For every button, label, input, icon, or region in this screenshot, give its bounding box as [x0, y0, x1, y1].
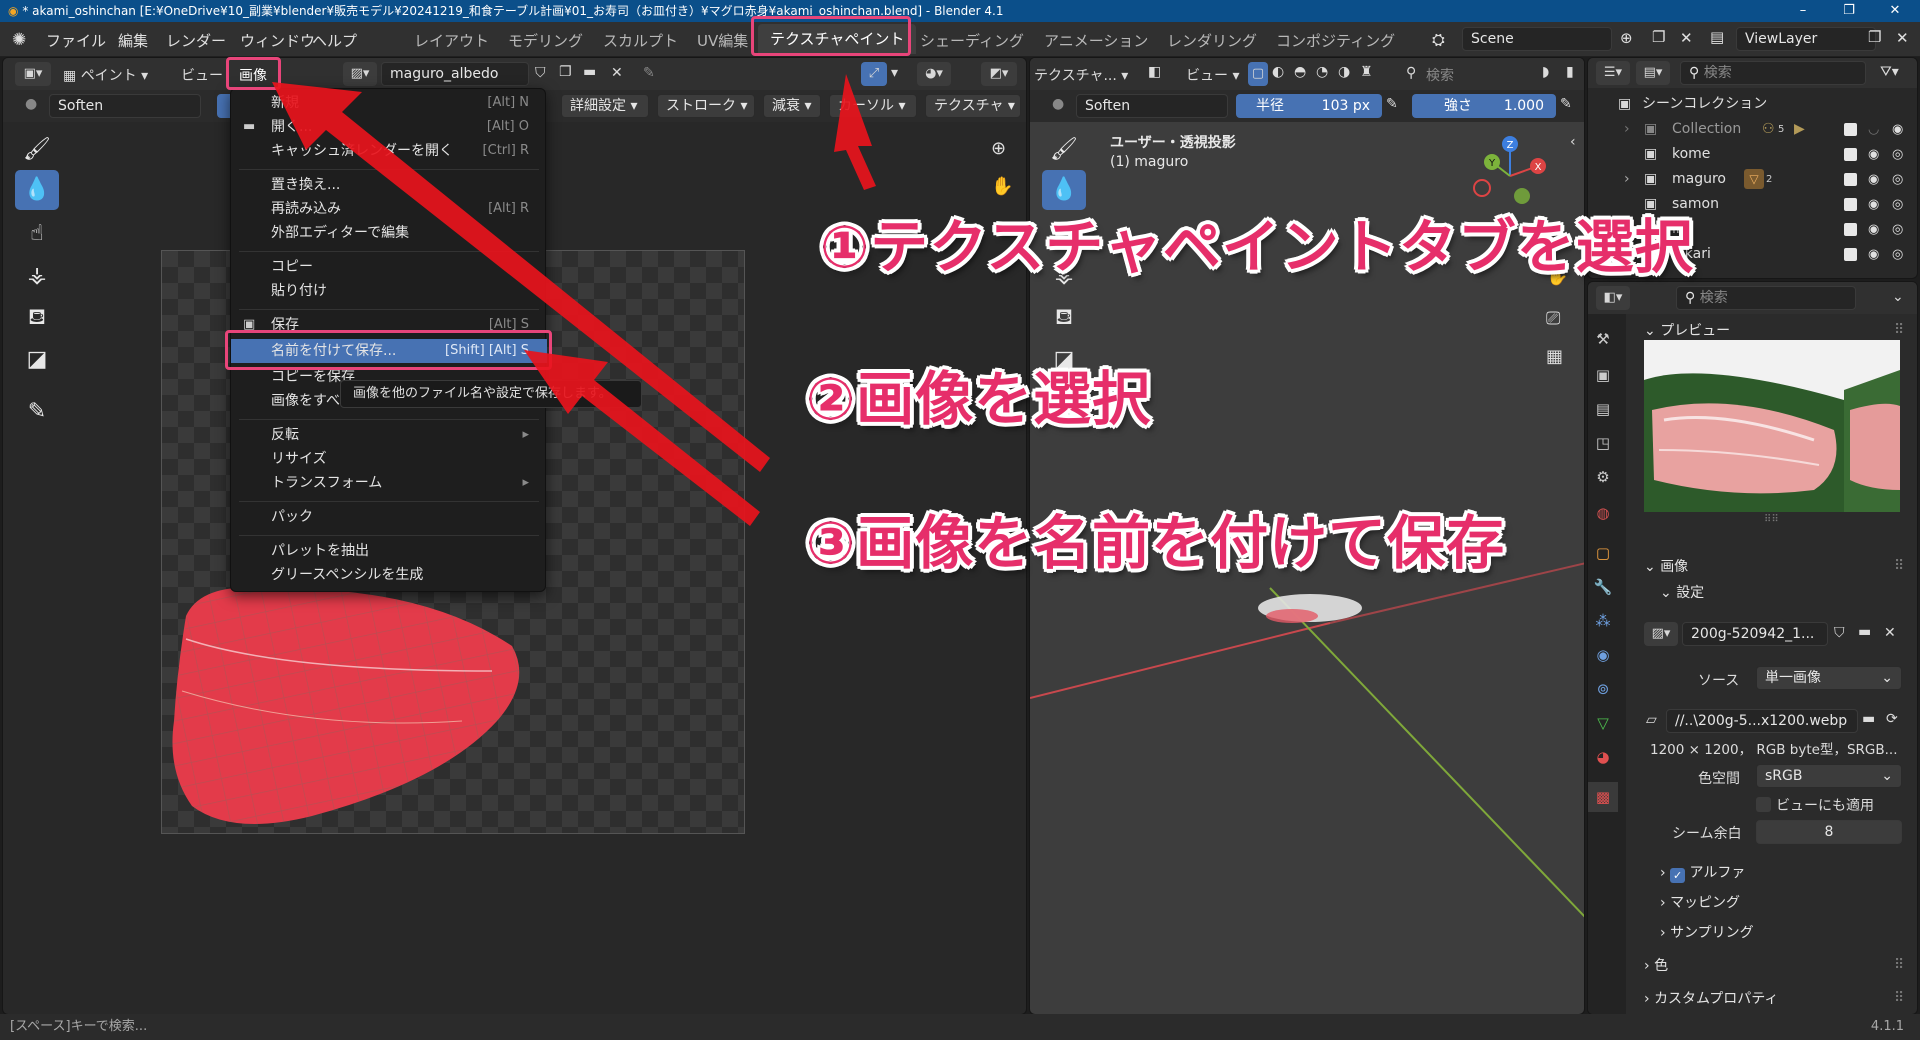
annotation-step-3: ③画像を名前を付けて保存 [806, 509, 1506, 577]
arrow-to-texture-tab [834, 74, 876, 190]
annotation-step-1: ①テクスチャペイントタブを選択 [820, 213, 1694, 281]
arrow-to-image-menu [272, 82, 770, 472]
annotation-step-2: ②画像を選択 [806, 365, 1152, 433]
